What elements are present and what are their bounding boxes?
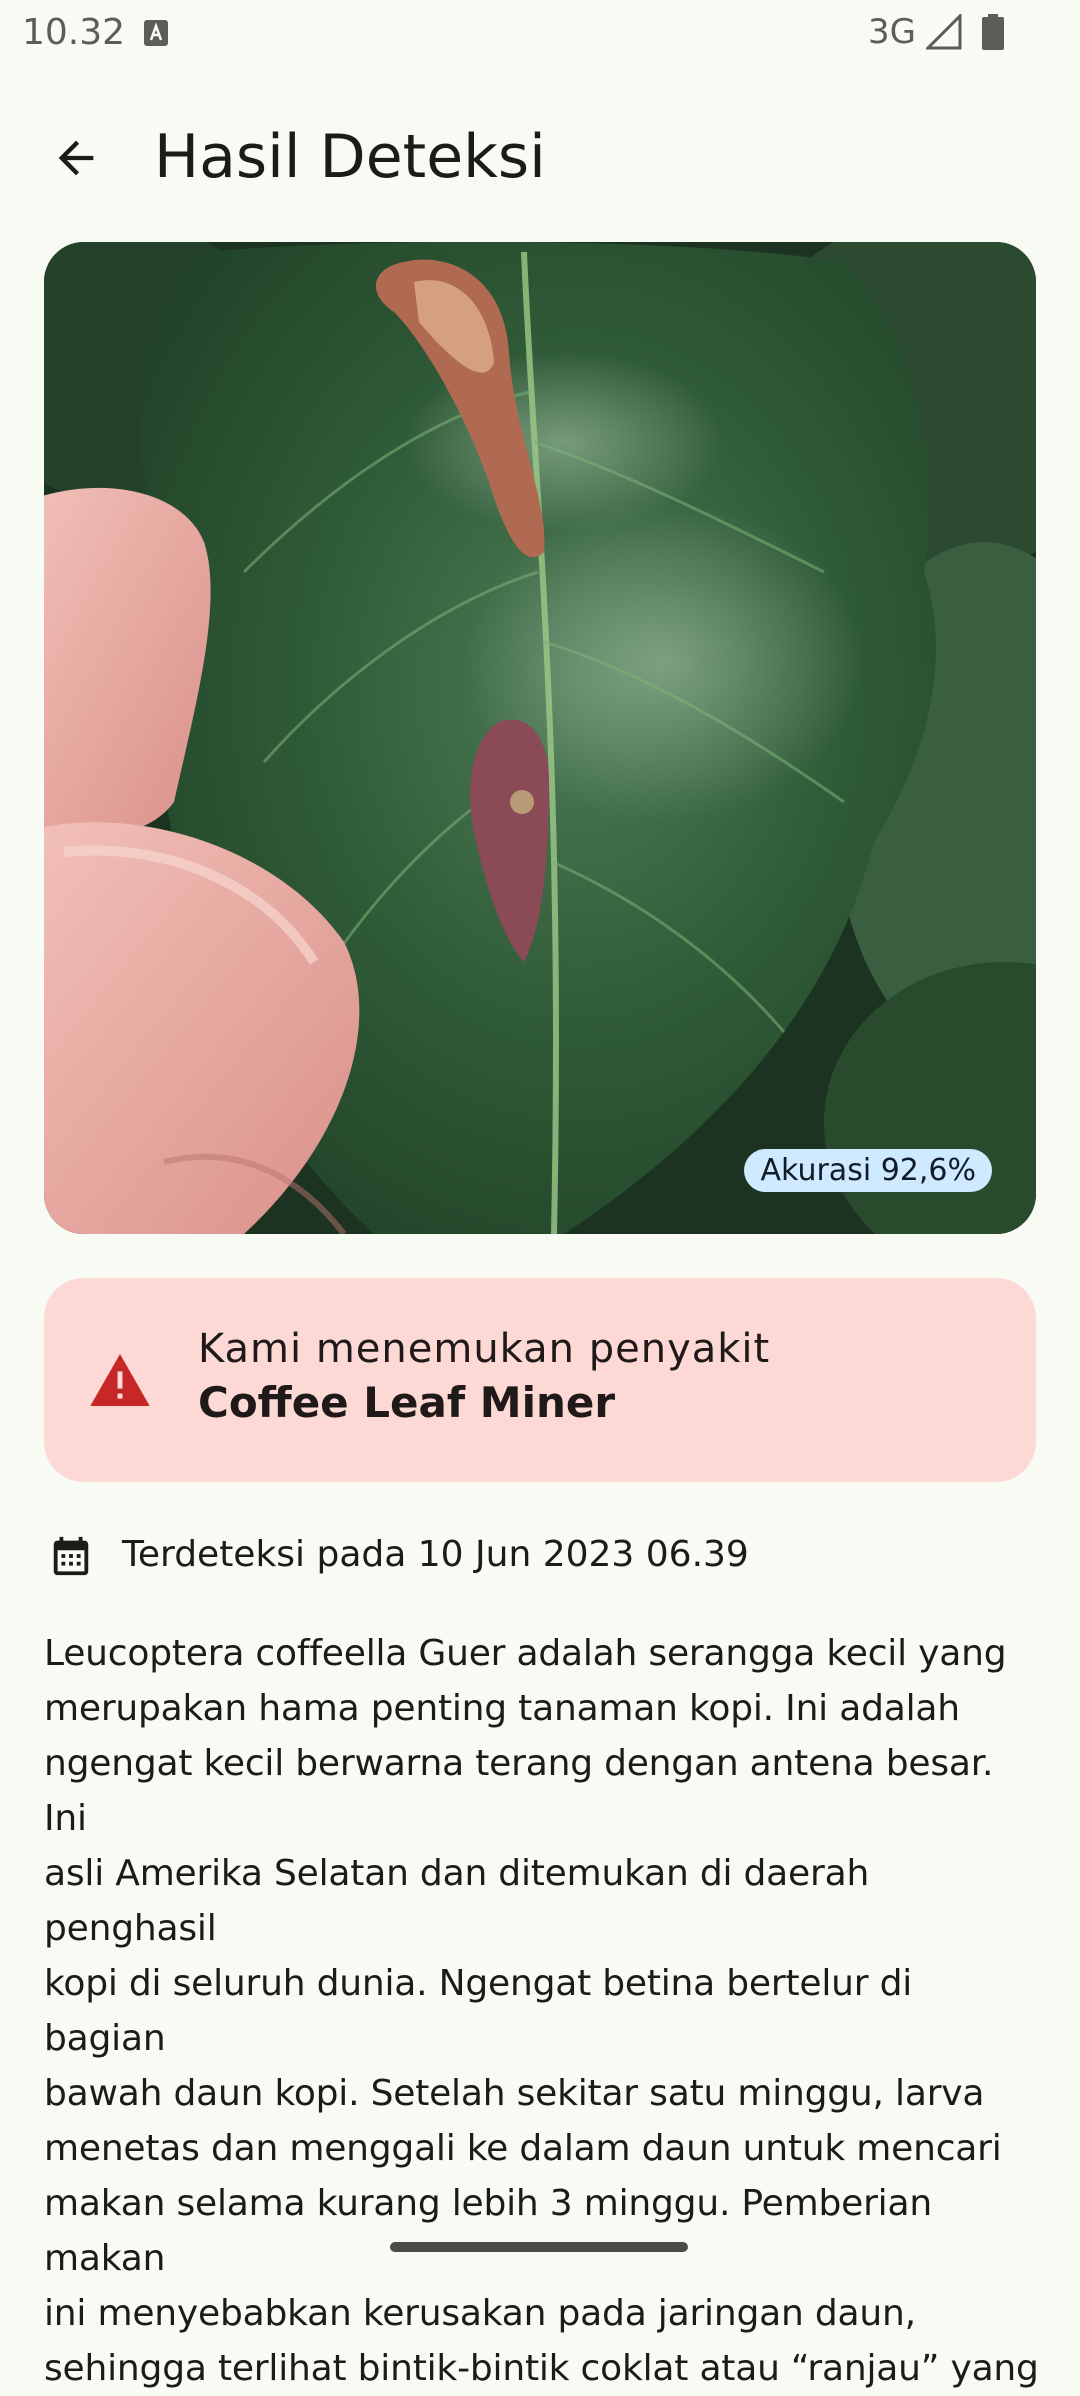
- description-line: menetas dan menggali ke dalam daun untuk…: [44, 2128, 1002, 2169]
- disease-lead-text: Kami menemukan penyakit: [198, 1326, 771, 1372]
- calendar-icon: [53, 1536, 89, 1576]
- description-line: asli Amerika Selatan dan ditemukan di da…: [44, 1853, 870, 1949]
- description-line: kopi di seluruh dunia. Ngengat betina be…: [44, 1963, 913, 2059]
- description-line: makan selama kurang lebih 3 minggu. Pemb…: [44, 2183, 932, 2279]
- arrow-back-icon: [58, 140, 94, 176]
- home-gesture-bar[interactable]: [390, 2242, 688, 2252]
- description-line: bawah daun kopi. Setelah sekitar satu mi…: [44, 2073, 985, 2114]
- disease-description: Leucoptera coffeella Guer adalah serangg…: [44, 1626, 1042, 2396]
- detection-date-row: Terdeteksi pada 10 Jun 2023 06.39: [44, 1528, 1036, 1584]
- disease-name: Coffee Leaf Miner: [198, 1378, 616, 1427]
- page-title: Hasil Deteksi: [154, 122, 546, 192]
- description-line: sehingga terlihat bintik-bintik coklat a…: [44, 2348, 1039, 2389]
- warning-triangle-icon: [90, 1354, 150, 1406]
- description-line: ngengat kecil berwarna terang dengan ant…: [44, 1743, 994, 1839]
- top-app-bar: Hasil Deteksi: [0, 104, 1080, 204]
- detection-image: Akurasi 92,6%: [44, 242, 1036, 1234]
- description-line: merupakan hama penting tanaman kopi. Ini…: [44, 1688, 960, 1729]
- disease-result-card: Kami menemukan penyakit Coffee Leaf Mine…: [44, 1278, 1036, 1482]
- description-line: Leucoptera coffeella Guer adalah serangg…: [44, 1633, 1007, 1674]
- network-type: 3G: [868, 12, 916, 52]
- disease-card-text: Kami menemukan penyakit Coffee Leaf Mine…: [198, 1326, 770, 1427]
- back-button[interactable]: [38, 120, 114, 196]
- notification-a-icon: [144, 20, 168, 46]
- battery-icon: [982, 14, 1004, 50]
- signal-icon: [926, 14, 962, 50]
- status-bar: 10.32 3G: [0, 0, 1080, 66]
- status-time: 10.32: [22, 12, 126, 53]
- detection-date-text: Terdeteksi pada 10 Jun 2023 06.39: [122, 1534, 749, 1575]
- accuracy-badge: Akurasi 92,6%: [744, 1149, 992, 1192]
- description-line: ini menyebabkan kerusakan pada jaringan …: [44, 2293, 916, 2334]
- coffee-leaf-photo: [44, 242, 1036, 1234]
